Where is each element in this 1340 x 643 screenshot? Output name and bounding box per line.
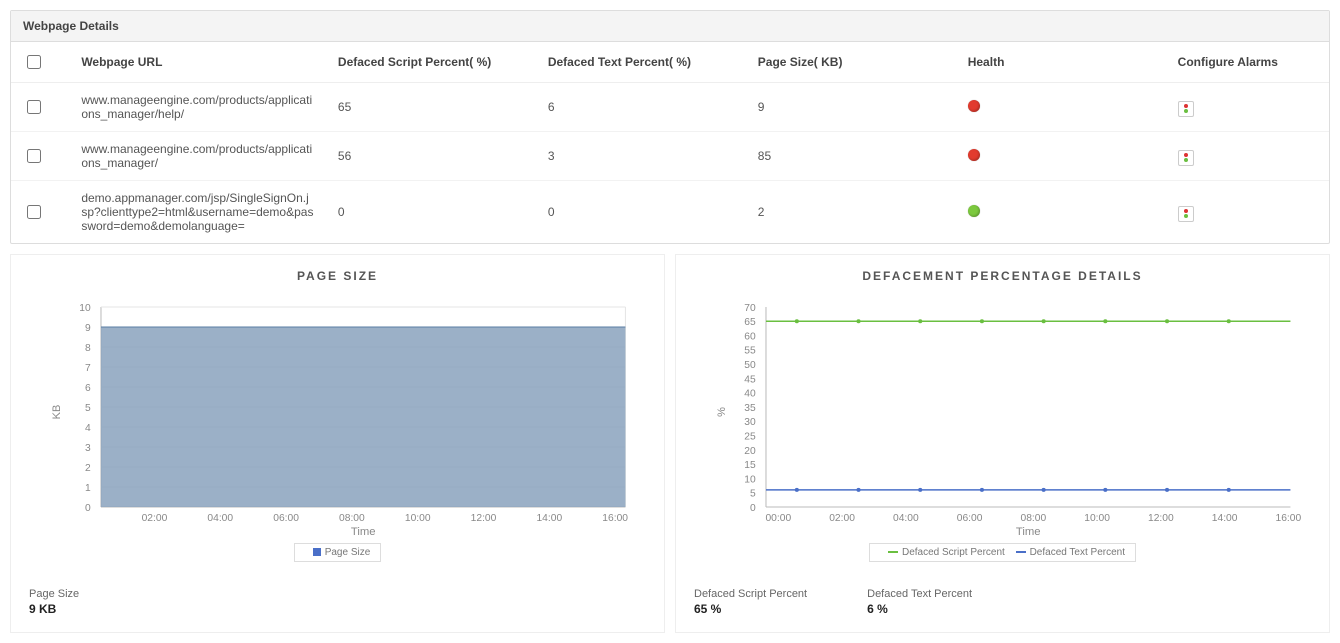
svg-text:20: 20 [744,446,756,457]
configure-alarm-button[interactable] [1178,150,1194,166]
webpage-details-panel: Webpage Details Webpage URL Defaced Scri… [10,10,1330,244]
svg-text:2: 2 [85,463,91,474]
svg-text:16:00: 16:00 [602,513,628,524]
svg-text:08:00: 08:00 [339,513,365,524]
cell-size: 9 [746,83,956,132]
svg-text:02:00: 02:00 [142,513,168,524]
svg-text:15: 15 [744,460,756,471]
svg-text:04:00: 04:00 [893,513,919,524]
svg-text:Time: Time [1016,526,1041,537]
table-row: www.manageengine.com/products/applicatio… [11,132,1329,181]
svg-text:35: 35 [744,403,756,414]
svg-text:5: 5 [85,403,91,414]
svg-text:%: % [716,407,728,417]
svg-text:10:00: 10:00 [405,513,431,524]
svg-text:4: 4 [85,423,91,434]
svg-text:10: 10 [79,303,91,314]
defacement-chart-panel: DEFACEMENT PERCENTAGE DETAILS 0 5 10 15 … [675,254,1330,633]
column-check [11,42,69,83]
svg-text:10: 10 [744,475,756,486]
svg-text:KB: KB [51,405,63,420]
cell-size: 85 [746,132,956,181]
svg-text:10:00: 10:00 [1084,513,1110,524]
svg-text:12:00: 12:00 [471,513,497,524]
health-indicator-icon [968,100,980,112]
cell-url: demo.appmanager.com/jsp/SingleSignOn.jsp… [69,181,326,244]
stat-script-percent: Defaced Script Percent 65 % [694,588,807,616]
panel-title: Webpage Details [11,11,1329,42]
svg-text:3: 3 [85,443,91,454]
select-all-checkbox[interactable] [27,55,41,69]
svg-text:25: 25 [744,432,756,443]
svg-text:12:00: 12:00 [1148,513,1174,524]
defacement-chart: 0 5 10 15 20 25 30 35 40 45 50 55 60 65 … [694,287,1311,537]
table-row: www.manageengine.com/products/applicatio… [11,83,1329,132]
svg-text:50: 50 [744,360,756,371]
chart-title: PAGE SIZE [29,269,646,283]
health-indicator-icon [968,205,980,217]
svg-text:04:00: 04:00 [207,513,233,524]
svg-text:02:00: 02:00 [829,513,855,524]
cell-text: 0 [536,181,746,244]
svg-text:45: 45 [744,374,756,385]
svg-text:00:00: 00:00 [765,513,791,524]
page-size-chart-panel: PAGE SIZE 0 1 2 3 4 5 6 7 8 [10,254,665,633]
configure-alarm-button[interactable] [1178,101,1194,117]
stat-page-size: Page Size 9 KB [29,588,79,616]
svg-text:0: 0 [750,503,756,514]
svg-text:16:00: 16:00 [1276,513,1302,524]
table-row: demo.appmanager.com/jsp/SingleSignOn.jsp… [11,181,1329,244]
svg-text:06:00: 06:00 [273,513,299,524]
row-checkbox[interactable] [27,205,41,219]
health-indicator-icon [968,149,980,161]
cell-size: 2 [746,181,956,244]
column-alarm: Configure Alarms [1166,42,1329,83]
svg-text:Time: Time [351,526,376,537]
svg-text:55: 55 [744,346,756,357]
svg-text:7: 7 [85,363,91,374]
page-size-chart: 0 1 2 3 4 5 6 7 8 9 10 [29,287,646,537]
cell-script: 0 [326,181,536,244]
cell-url: www.manageengine.com/products/applicatio… [69,132,326,181]
chart-legend: Page Size [294,543,382,562]
column-url: Webpage URL [69,42,326,83]
svg-text:5: 5 [750,489,756,500]
column-size: Page Size( KB) [746,42,956,83]
configure-alarm-button[interactable] [1178,206,1194,222]
svg-text:8: 8 [85,343,91,354]
column-text: Defaced Text Percent( %) [536,42,746,83]
webpage-details-table: Webpage URL Defaced Script Percent( %) D… [11,42,1329,243]
svg-text:65: 65 [744,317,756,328]
column-health: Health [956,42,1166,83]
row-checkbox[interactable] [27,149,41,163]
cell-text: 6 [536,83,746,132]
svg-text:0: 0 [85,503,91,514]
svg-text:14:00: 14:00 [536,513,562,524]
svg-text:60: 60 [744,332,756,343]
chart-title: DEFACEMENT PERCENTAGE DETAILS [694,269,1311,283]
column-script: Defaced Script Percent( %) [326,42,536,83]
cell-script: 65 [326,83,536,132]
row-checkbox[interactable] [27,100,41,114]
cell-text: 3 [536,132,746,181]
cell-url: www.manageengine.com/products/applicatio… [69,83,326,132]
svg-text:08:00: 08:00 [1021,513,1047,524]
svg-text:30: 30 [744,417,756,428]
chart-row: PAGE SIZE 0 1 2 3 4 5 6 7 8 [10,254,1330,633]
svg-text:9: 9 [85,323,91,334]
svg-text:6: 6 [85,383,91,394]
svg-text:1: 1 [85,483,91,494]
svg-text:70: 70 [744,303,756,314]
stat-text-percent: Defaced Text Percent 6 % [867,588,972,616]
svg-text:06:00: 06:00 [957,513,983,524]
svg-text:14:00: 14:00 [1212,513,1238,524]
x-ticks: 02:00 04:00 06:00 08:00 10:00 12:00 14:0… [142,513,629,524]
svg-text:40: 40 [744,389,756,400]
cell-script: 56 [326,132,536,181]
chart-legend: Defaced Script Percent Defaced Text Perc… [869,543,1136,562]
